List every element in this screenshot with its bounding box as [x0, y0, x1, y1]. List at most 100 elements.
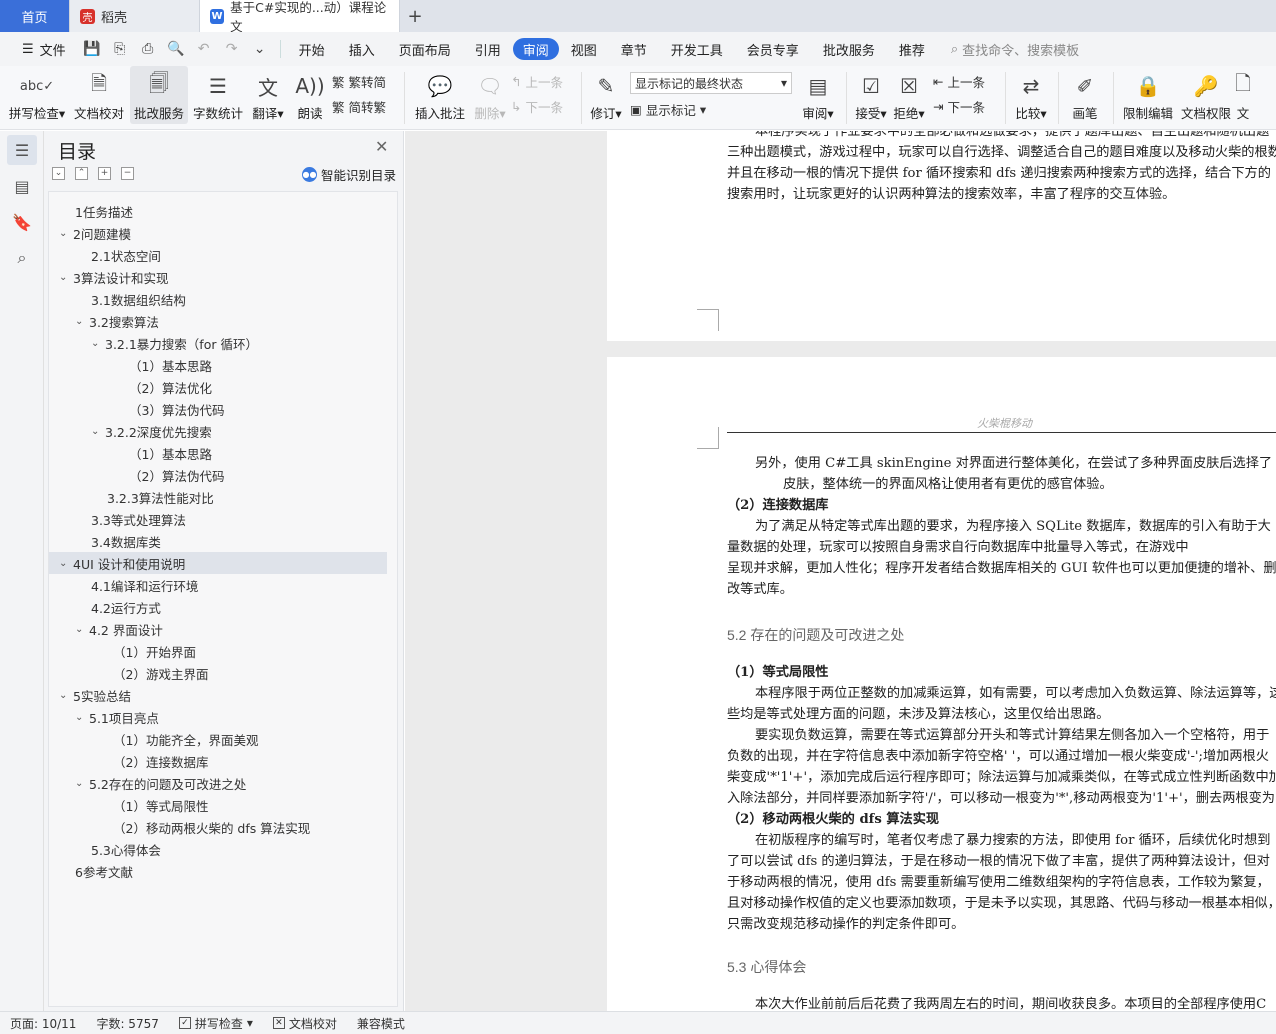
toc-item[interactable]: 4.2运行方式: [49, 596, 387, 618]
tab-daoke[interactable]: 壳稻壳: [70, 0, 200, 32]
toc-item[interactable]: （2）算法优化: [49, 376, 387, 398]
reject-button[interactable]: ☒ 拒绝▾: [891, 66, 927, 124]
menu-member[interactable]: 会员专享: [735, 38, 811, 60]
bookmark-icon[interactable]: 🔖: [7, 207, 37, 237]
tab-document[interactable]: W 基于C#实现的...动）课程论文: [200, 0, 400, 34]
toc-item[interactable]: ⌄ 3算法设计和实现: [49, 266, 387, 288]
doc-proofread-button[interactable]: 🗎 文档校对: [70, 66, 128, 124]
toc-item[interactable]: 6参考文献: [49, 860, 387, 882]
prev-comment-button[interactable]: ↰ 上一条: [511, 72, 575, 91]
delete-comment-button[interactable]: 🗨 删除▾: [471, 66, 509, 124]
review-pane-button[interactable]: ▤ 审阅▾: [798, 66, 838, 124]
chevron-down-icon[interactable]: ⌄: [59, 228, 73, 239]
word-count-button[interactable]: ☰ 字数统计: [190, 66, 246, 124]
new-tab-button[interactable]: +: [400, 0, 430, 32]
toc-item[interactable]: ⌄ 5.1项目亮点: [49, 706, 387, 728]
track-changes-button[interactable]: ✎ 修订▾: [588, 66, 624, 124]
prev-change-button[interactable]: ⇤ 上一条: [933, 72, 999, 91]
next-comment-button[interactable]: ↳ 下一条: [511, 97, 575, 116]
toc-item[interactable]: （3）算法伪代码: [49, 398, 387, 420]
undo-icon[interactable]: ↶: [190, 38, 218, 60]
toc-item[interactable]: （1）开始界面: [49, 640, 387, 662]
more-chevron-icon[interactable]: ⌄: [246, 38, 274, 60]
toc-item[interactable]: （1）等式局限性: [49, 794, 387, 816]
toc-item[interactable]: 4.1编译和运行环境: [49, 574, 387, 596]
chevron-down-icon[interactable]: ⌄: [75, 624, 89, 635]
pen-button[interactable]: ✐ 画笔: [1065, 66, 1105, 124]
simp-to-trad-button[interactable]: 繁简转繁: [332, 97, 398, 116]
toc-item[interactable]: （1）基本思路: [49, 442, 387, 464]
toc-item[interactable]: ⌄ 4.2 界面设计: [49, 618, 387, 640]
toc-item[interactable]: （2）游戏主界面: [49, 662, 387, 684]
add-heading-icon[interactable]: +: [98, 167, 111, 180]
menu-start[interactable]: 开始: [287, 38, 337, 60]
toc-item[interactable]: ⌄ 5实验总结: [49, 684, 387, 706]
translate-button[interactable]: 文翻译▾: [248, 66, 288, 124]
chevron-down-icon[interactable]: ⌄: [75, 778, 89, 789]
display-mode-select[interactable]: 显示标记的最终状态 ▾: [630, 72, 792, 94]
chevron-down-icon[interactable]: ⌄: [59, 272, 73, 283]
show-markup-button[interactable]: ▣ 显示标记 ▾: [630, 100, 798, 119]
spell-check-button[interactable]: abc✓ 拼写检查▾: [6, 66, 68, 124]
toc-item[interactable]: （1）功能齐全，界面美观: [49, 728, 387, 750]
restrict-edit-button[interactable]: 🔒 限制编辑: [1120, 66, 1176, 124]
chevron-down-icon[interactable]: ⌄: [91, 338, 105, 349]
menu-references[interactable]: 引用: [463, 38, 513, 60]
menu-view[interactable]: 视图: [559, 38, 609, 60]
toc-item[interactable]: ⌄ 3.2搜索算法: [49, 310, 387, 332]
menu-developer[interactable]: 开发工具: [659, 38, 735, 60]
toc-item[interactable]: ⌄ 3.2.1暴力搜索（for 循环）: [49, 332, 387, 354]
accept-button[interactable]: ☑ 接受▾: [853, 66, 889, 124]
menu-recommend[interactable]: 推荐: [887, 38, 937, 60]
toc-item[interactable]: ⌄ 2问题建模: [49, 222, 387, 244]
read-aloud-button[interactable]: A)) 朗读: [290, 66, 330, 124]
redo-icon[interactable]: ↷: [218, 38, 246, 60]
toc-panel-icon[interactable]: ☰: [7, 135, 37, 165]
export-icon[interactable]: ⎘: [106, 38, 134, 60]
tab-home[interactable]: 首页: [0, 0, 70, 32]
nav-pane-icon[interactable]: ▤: [7, 171, 37, 201]
save-icon[interactable]: 💾: [78, 38, 106, 60]
collapse-all-icon[interactable]: ⌃: [75, 167, 88, 180]
remove-heading-icon[interactable]: −: [121, 167, 134, 180]
close-icon[interactable]: ✕: [375, 137, 388, 156]
command-search[interactable]: ⌕ 查找命令、搜索模板: [937, 40, 1079, 59]
doc-permission-button[interactable]: 🔑 文档权限: [1178, 66, 1234, 124]
toc-item[interactable]: 5.3心得体会: [49, 838, 387, 860]
toc-item[interactable]: （1）基本思路: [49, 354, 387, 376]
spell-check-status[interactable]: ✓ 拼写检查 ▾: [169, 1015, 263, 1032]
chevron-down-icon[interactable]: ⌄: [91, 426, 105, 437]
word-count-status[interactable]: 字数: 5757: [86, 1015, 168, 1032]
toc-item[interactable]: 2.1状态空间: [49, 244, 387, 266]
insert-comment-button[interactable]: 💬 插入批注: [411, 66, 469, 124]
smart-toc-button[interactable]: ●● 智能识别目录: [302, 165, 396, 184]
more-ribbon-button[interactable]: 🗋 文: [1236, 66, 1250, 124]
toc-item[interactable]: 3.1数据组织结构: [49, 288, 387, 310]
toc-item[interactable]: 3.2.3算法性能对比: [49, 486, 387, 508]
chevron-down-icon[interactable]: ⌄: [75, 712, 89, 723]
menu-correction[interactable]: 批改服务: [811, 38, 887, 60]
menu-chapter[interactable]: 章节: [609, 38, 659, 60]
chevron-down-icon[interactable]: ⌄: [59, 690, 73, 701]
chevron-down-icon[interactable]: ⌄: [59, 558, 73, 569]
toc-item[interactable]: （2）算法伪代码: [49, 464, 387, 486]
toc-item[interactable]: 1任务描述: [49, 200, 387, 222]
proofread-status[interactable]: ✕ 文档校对: [263, 1015, 347, 1032]
toc-item[interactable]: 3.3等式处理算法: [49, 508, 387, 530]
toc-item[interactable]: ⌄ 5.2存在的问题及可改进之处: [49, 772, 387, 794]
menu-review[interactable]: 审阅: [512, 38, 559, 60]
trad-to-simp-button[interactable]: 繁繁转简: [332, 72, 398, 91]
toc-item[interactable]: （2）连接数据库: [49, 750, 387, 772]
toc-item[interactable]: （2）移动两根火柴的 dfs 算法实现: [49, 816, 387, 838]
file-menu[interactable]: ☰ 文件: [10, 38, 78, 60]
document-canvas[interactable]: 本程序实现了作业要求中的全部必做和选做要求，提供了题库出题、自主出题和随机出题 …: [405, 131, 1276, 1011]
print-preview-icon[interactable]: 🔍: [162, 38, 190, 60]
expand-all-icon[interactable]: ⌄: [52, 167, 65, 180]
menu-page-layout[interactable]: 页面布局: [387, 38, 463, 60]
correction-service-button[interactable]: 🗐 批改服务: [130, 66, 188, 124]
toc-item[interactable]: ⌄ 3.2.2深度优先搜索: [49, 420, 387, 442]
toc-item[interactable]: 3.4数据库类: [49, 530, 387, 552]
chevron-down-icon[interactable]: ⌄: [75, 316, 89, 327]
page-indicator[interactable]: 页面: 10/11: [0, 1015, 86, 1032]
search-icon[interactable]: ⌕: [7, 243, 37, 273]
